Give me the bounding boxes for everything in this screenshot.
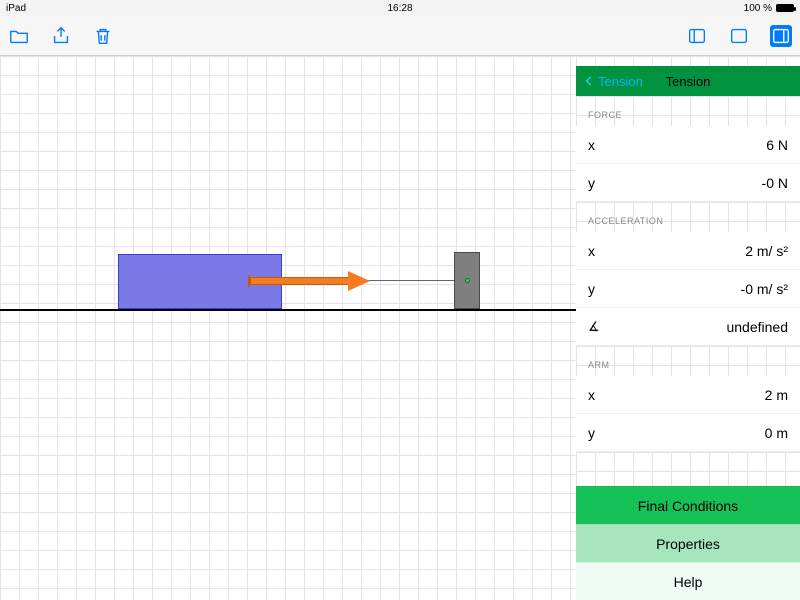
row-label: x (588, 387, 595, 403)
force-x-row[interactable]: x 6 N (576, 126, 800, 164)
panel-left-icon[interactable] (686, 25, 708, 47)
row-label: y (588, 175, 595, 191)
angle-icon: ∡ (588, 319, 600, 335)
section-header-force: FORCE (576, 96, 800, 126)
clock: 16:28 (387, 3, 412, 14)
panel-header: Tension Tension (576, 66, 800, 96)
section-header-acceleration: ACCELERATION (576, 202, 800, 232)
row-label: y (588, 425, 595, 441)
force-y-row[interactable]: y -0 N (576, 164, 800, 202)
accel-y-row[interactable]: y -0 m/ s² (576, 270, 800, 308)
accel-y-value: -0 m/ s² (741, 281, 788, 297)
row-label: y (588, 281, 595, 297)
row-label: x (588, 137, 595, 153)
accel-x-value: 2 m/ s² (745, 243, 788, 259)
main-area: Tension Tension FORCE x 6 N y -0 N ACCEL… (0, 56, 800, 600)
toolbar (0, 16, 800, 56)
angle-row[interactable]: ∡ undefined (576, 308, 800, 346)
status-bar: iPad 16:28 100 % (0, 0, 800, 16)
arm-x-value: 2 m (765, 387, 788, 403)
properties-panel: Tension Tension FORCE x 6 N y -0 N ACCEL… (576, 56, 800, 600)
battery-icon (776, 4, 794, 12)
panel-empty-icon[interactable] (728, 25, 750, 47)
grid-background (0, 56, 576, 600)
panel-title: Tension (666, 74, 711, 89)
arm-x-row[interactable]: x 2 m (576, 376, 800, 414)
anchor-dot (465, 278, 470, 283)
force-arrow[interactable] (250, 271, 372, 291)
force-x-value: 6 N (766, 137, 788, 153)
arm-y-value: 0 m (765, 425, 788, 441)
section-header-arm: ARM (576, 346, 800, 376)
force-y-value: -0 N (762, 175, 788, 191)
back-button-label[interactable]: Tension (598, 74, 643, 89)
panel-right-icon[interactable] (770, 25, 792, 47)
back-chevron-icon[interactable] (582, 74, 596, 88)
ground-line (0, 309, 576, 311)
row-label: x (588, 243, 595, 259)
properties-button[interactable]: Properties (576, 524, 800, 562)
share-icon[interactable] (50, 25, 72, 47)
panel-buttons: Final Conditions Properties Help (576, 486, 800, 600)
block-small[interactable] (454, 252, 480, 309)
arm-y-row[interactable]: y 0 m (576, 414, 800, 452)
folder-icon[interactable] (8, 25, 30, 47)
final-conditions-button[interactable]: Final Conditions (576, 486, 800, 524)
accel-x-row[interactable]: x 2 m/ s² (576, 232, 800, 270)
battery-percent: 100 % (744, 3, 772, 14)
angle-value: undefined (726, 319, 788, 335)
canvas[interactable] (0, 56, 576, 600)
help-button[interactable]: Help (576, 562, 800, 600)
device-label: iPad (6, 3, 26, 14)
trash-icon[interactable] (92, 25, 114, 47)
